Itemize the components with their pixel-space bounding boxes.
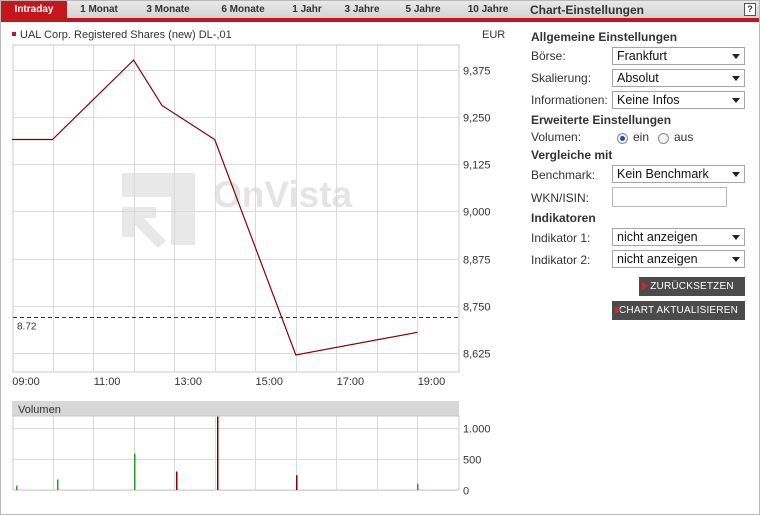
boerse-label: Börse: [531,49,566,63]
y-tick-label: 8,875 [463,255,491,267]
informationen-select[interactable]: Keine Infos [612,91,745,109]
x-tick-label: 11:00 [94,376,121,388]
x-tick-label: 09:00 [12,376,40,388]
play-arrow-icon [615,306,621,314]
chevron-down-icon [732,98,740,103]
volume-bar [296,475,298,490]
chevron-down-icon [732,76,740,81]
volume-y-tick-label: 1.000 [463,424,491,436]
boerse-value: Frankfurt [617,49,668,63]
x-tick-label: 15:00 [256,376,284,388]
volume-y-tick-label: 0 [463,486,469,498]
volume-bar [134,453,136,490]
volumen-on-radio[interactable] [617,133,628,144]
volume-bar [417,483,419,490]
indikator1-select[interactable]: nicht anzeigen [612,228,745,246]
informationen-value: Keine Infos [617,93,680,107]
chevron-down-icon [732,257,740,262]
volume-chart: 1.000 500 0 [12,415,491,498]
x-tick-label: 13:00 [174,376,202,388]
reset-button-label: ZURÜCKSETZEN [650,281,734,292]
volumen-off-radio[interactable] [658,133,669,144]
compare-title: Vergleiche mit [531,148,613,162]
volume-bar [16,485,18,490]
y-tick-label: 9,375 [463,66,491,78]
wkn-label: WKN/ISIN: [531,191,590,205]
informationen-label: Informationen: [531,93,608,107]
general-settings-title: Allgemeine Einstellungen [531,30,678,44]
update-chart-button-label: CHART AKTUALISIEREN [618,305,739,316]
chevron-down-icon [732,172,740,177]
extended-settings-title: Erweiterte Einstellungen [531,113,672,127]
x-tick-label: 19:00 [418,376,446,388]
play-arrow-icon [642,282,648,290]
update-chart-button[interactable]: CHART AKTUALISIEREN [612,301,745,320]
indikator2-value: nicht anzeigen [617,252,698,266]
benchmark-value: Kein Benchmark [617,167,709,181]
onvista-watermark: OnVista [122,173,353,248]
skalierung-label: Skalierung: [531,71,592,85]
price-chart: 9,375 9,250 9,125 9,000 8,875 8,750 8,625 09:00… [12,44,491,388]
indikator2-label: Indikator 2: [531,253,591,267]
y-tick-label: 8,750 [463,302,491,314]
volume-header-bar [12,401,459,416]
reset-button[interactable]: ZURÜCKSETZEN [639,277,745,296]
volumen-off-label: aus [674,130,694,144]
chevron-down-icon [732,235,740,240]
y-tick-label: 9,125 [463,160,491,172]
volume-bar [176,471,178,490]
volumen-label: Volumen: [531,130,582,144]
x-tick-label: 17:00 [337,376,365,388]
volume-y-tick-label: 500 [463,455,481,467]
skalierung-select[interactable]: Absolut [612,69,745,87]
y-tick-label: 9,250 [463,113,491,125]
volume-bar [217,416,219,490]
volume-bar [57,479,59,490]
boerse-select[interactable]: Frankfurt [612,47,745,65]
volumen-on-label: ein [633,130,650,144]
y-tick-label: 8,625 [463,349,491,361]
benchmark-select[interactable]: Kein Benchmark [612,165,745,183]
chevron-down-icon [732,54,740,59]
volume-plot-frame [12,415,460,491]
benchmark-label: Benchmark: [531,168,596,182]
watermark-text: OnVista [213,174,353,215]
indikator2-select[interactable]: nicht anzeigen [612,250,745,268]
indikator1-value: nicht anzeigen [617,230,698,244]
indikator1-label: Indikator 1: [531,231,591,245]
wkn-isin-input[interactable] [612,187,727,207]
skalierung-value: Absolut [617,71,659,85]
indicators-title: Indikatoren [531,211,596,225]
y-tick-label: 9,000 [463,207,491,219]
volume-title: Volumen [18,404,61,416]
onvista-logo-arrow-icon [122,207,166,248]
reference-line-label: 8.72 [17,322,37,333]
